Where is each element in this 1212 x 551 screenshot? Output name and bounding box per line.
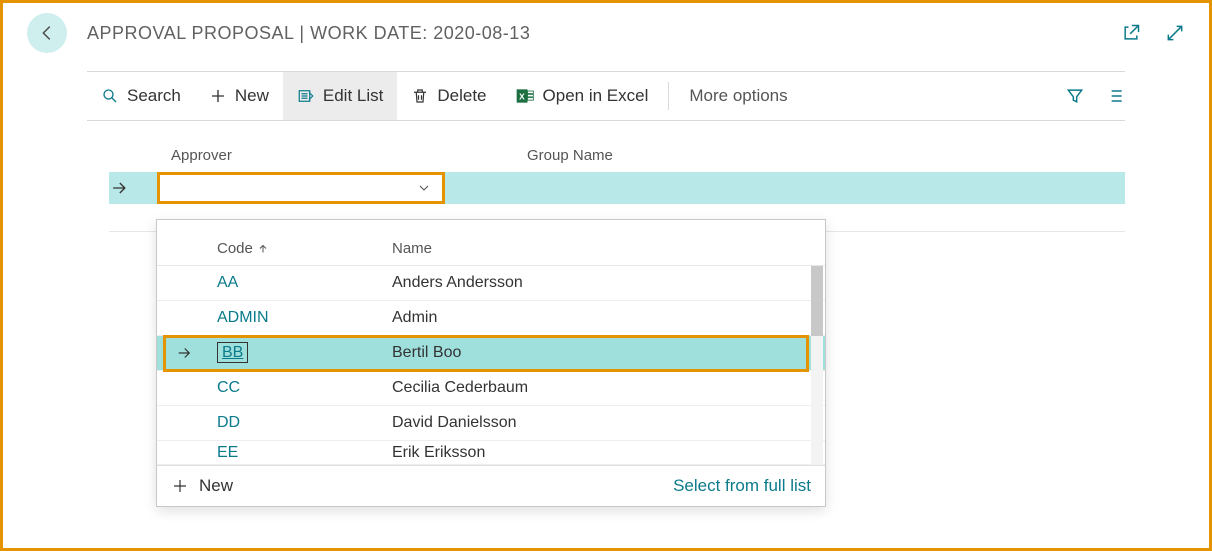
dropdown-row-code: DD <box>217 414 392 432</box>
expand-button[interactable] <box>1165 23 1185 43</box>
approver-lookup-input[interactable] <box>157 172 445 204</box>
dropdown-row-code: EE <box>217 444 392 462</box>
dropdown-col-code-label: Code <box>217 240 253 257</box>
expand-icon <box>1165 23 1185 43</box>
dropdown-row-code: AA <box>217 274 392 292</box>
dropdown-row[interactable]: CC Cecilia Cederbaum <box>157 371 825 406</box>
col-group-name[interactable]: Group Name <box>527 147 1125 164</box>
approver-lookup-dropdown: Code Name AA Anders Andersson ADMIN Admi… <box>156 219 826 507</box>
list-view-button[interactable] <box>1105 86 1125 106</box>
dropdown-new-label: New <box>199 476 233 496</box>
toolbar-separator <box>668 82 669 110</box>
page-title: APPROVAL PROPOSAL | WORK DATE: 2020-08-1… <box>87 23 1121 44</box>
dropdown-col-name[interactable]: Name <box>392 240 813 257</box>
scrollbar-thumb[interactable] <box>811 266 823 336</box>
popout-button[interactable] <box>1121 23 1141 43</box>
dropdown-row-name: Anders Andersson <box>392 274 825 292</box>
popout-icon <box>1121 23 1141 43</box>
more-options-button[interactable]: More options <box>675 72 801 120</box>
dropdown-row-code: BB <box>217 344 392 362</box>
list-icon <box>1105 86 1125 106</box>
search-icon <box>101 87 119 105</box>
dropdown-row-name: Erik Eriksson <box>392 444 825 462</box>
more-options-label: More options <box>689 86 787 106</box>
back-button[interactable] <box>27 13 67 53</box>
dropdown-new-button[interactable]: New <box>171 476 233 496</box>
dropdown-row-name: Cecilia Cederbaum <box>392 379 825 397</box>
col-approver[interactable]: Approver <box>147 147 527 164</box>
grid-column-headers: Approver Group Name <box>87 147 1125 172</box>
open-in-excel-button[interactable]: X Open in Excel <box>501 72 663 120</box>
page-header: APPROVAL PROPOSAL | WORK DATE: 2020-08-1… <box>3 3 1209 71</box>
arrow-right-icon <box>175 344 193 362</box>
active-grid-row <box>109 172 1125 204</box>
dropdown-row[interactable]: ADMIN Admin <box>157 301 825 336</box>
dropdown-row-name: David Danielsson <box>392 414 825 432</box>
header-actions <box>1121 23 1185 43</box>
search-label: Search <box>127 86 181 106</box>
dropdown-row-selected[interactable]: BB Bertil Boo <box>157 336 825 371</box>
edit-list-label: Edit List <box>323 86 383 106</box>
dropdown-row-code: CC <box>217 379 392 397</box>
svg-text:X: X <box>519 91 525 101</box>
dropdown-header: Code Name <box>157 220 825 266</box>
chevron-down-icon <box>416 180 432 196</box>
plus-icon <box>171 477 189 495</box>
dropdown-col-code[interactable]: Code <box>217 240 392 257</box>
row-indicator <box>109 178 157 198</box>
plus-icon <box>209 87 227 105</box>
dropdown-row-code: ADMIN <box>217 309 392 327</box>
new-button[interactable]: New <box>195 72 283 120</box>
arrow-left-icon <box>36 22 58 44</box>
dropdown-row[interactable]: AA Anders Andersson <box>157 266 825 301</box>
edit-list-button[interactable]: Edit List <box>283 72 397 120</box>
dropdown-rows: AA Anders Andersson ADMIN Admin BB Berti… <box>157 266 825 465</box>
dropdown-footer: New Select from full list <box>157 465 825 506</box>
open-in-excel-label: Open in Excel <box>543 86 649 106</box>
excel-icon: X <box>515 86 535 106</box>
search-button[interactable]: Search <box>87 72 195 120</box>
dropdown-row[interactable]: EE Erik Eriksson <box>157 441 825 465</box>
sort-asc-icon <box>257 243 269 255</box>
dropdown-row-name: Admin <box>392 309 825 327</box>
filter-icon <box>1065 86 1085 106</box>
delete-label: Delete <box>437 86 486 106</box>
dropdown-row[interactable]: DD David Danielsson <box>157 406 825 441</box>
filter-button[interactable] <box>1065 86 1085 106</box>
trash-icon <box>411 87 429 105</box>
dropdown-scrollbar[interactable] <box>811 266 823 465</box>
delete-button[interactable]: Delete <box>397 72 500 120</box>
dropdown-row-name: Bertil Boo <box>392 344 825 362</box>
arrow-right-icon <box>109 178 129 198</box>
select-from-full-list-link[interactable]: Select from full list <box>673 476 811 496</box>
toolbar: Search New Edit List Delete X Open in Ex… <box>87 71 1125 121</box>
new-label: New <box>235 86 269 106</box>
edit-list-icon <box>297 87 315 105</box>
